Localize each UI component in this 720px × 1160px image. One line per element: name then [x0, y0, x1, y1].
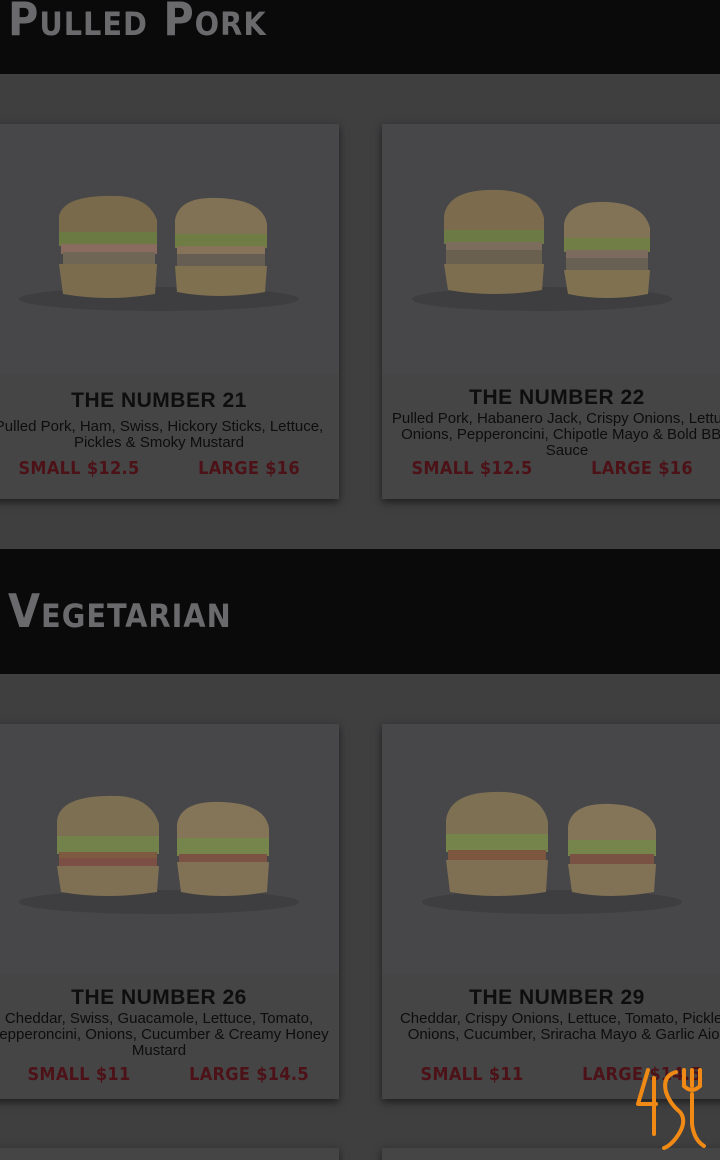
- price-small: SMALL $12.5: [411, 458, 533, 479]
- menu-card-number-26[interactable]: THE NUMBER 26 Cheddar, Swiss, Guacamole,…: [0, 724, 339, 1099]
- card-description: Pulled Pork, Ham, Swiss, Hickory Sticks,…: [0, 418, 324, 451]
- price-small: SMALL $12.5: [18, 458, 140, 479]
- card-description: Cheddar, Swiss, Guacamole, Lettuce, Toma…: [0, 1010, 329, 1059]
- sandwich-photo: [0, 724, 339, 974]
- card-description: Pulled Pork, Habanero Jack, Crispy Onion…: [391, 410, 720, 459]
- menu-card-number-21[interactable]: THE NUMBER 21 Pulled Pork, Ham, Swiss, H…: [0, 124, 339, 499]
- card-title: THE NUMBER 29: [469, 986, 645, 1009]
- menu-card-number-29[interactable]: THE NUMBER 29 Cheddar, Crispy Onions, Le…: [382, 724, 720, 1099]
- section-title: Pulled Pork: [8, 0, 267, 46]
- card-title: THE NUMBER 22: [469, 386, 645, 409]
- menu-card-number-22[interactable]: THE NUMBER 22 Pulled Pork, Habanero Jack…: [382, 124, 720, 499]
- price-large: LARGE $16: [198, 458, 300, 479]
- price-large: LARGE $16: [591, 458, 693, 479]
- price-small: SMALL $11: [420, 1064, 524, 1085]
- sandwich-photo: [382, 724, 720, 974]
- card-title: THE NUMBER 21: [71, 389, 247, 412]
- section-title: Vegetarian: [8, 584, 232, 638]
- price-small: SMALL $11: [27, 1064, 131, 1085]
- menu-card-partial[interactable]: [0, 1148, 339, 1160]
- sandwich-photo: [382, 124, 720, 374]
- section-header-vegetarian: Vegetarian: [0, 549, 720, 674]
- section-header-pulled-pork: Pulled Pork: [0, 0, 720, 74]
- card-title: THE NUMBER 26: [71, 986, 247, 1009]
- price-large: LARGE $14.5: [189, 1064, 309, 1085]
- fork-logo-icon[interactable]: [632, 1064, 708, 1152]
- card-description: Cheddar, Crispy Onions, Lettuce, Tomato,…: [399, 1010, 720, 1043]
- sandwich-photo: [0, 124, 339, 374]
